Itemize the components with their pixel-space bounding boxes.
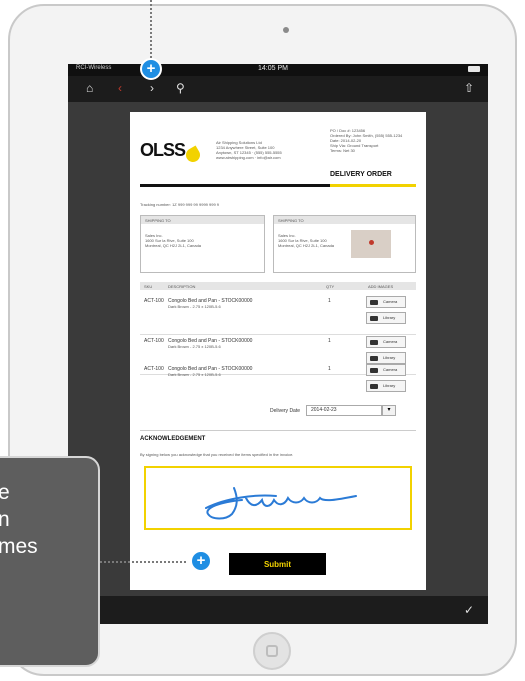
status-bar: RCI-Wireless 14:05 PM <box>68 64 488 76</box>
tracking-number: Tracking number: 1Z 999 999 99 9999 999 … <box>140 202 220 207</box>
ship-to-box: SHIPPING TO Sales Inc. 1600 Sur la Rive,… <box>273 215 416 273</box>
annotation-leader-line <box>150 0 152 58</box>
title-divider <box>140 184 330 187</box>
order-meta: PO / Doc #: 123456 Ordered By: John Smit… <box>330 128 403 153</box>
logo-drop-icon <box>183 145 203 165</box>
acknowledgement-text: By signing below you acknowledge that yo… <box>140 452 294 457</box>
wrench-icon[interactable]: ✓ <box>464 603 474 617</box>
home-button[interactable] <box>253 632 291 670</box>
title-divider-accent <box>330 184 416 187</box>
delivery-order-document: OLSS Air Shipping Solutions Ltd 1234 Any… <box>130 112 426 590</box>
library-button[interactable]: Library <box>366 352 406 364</box>
camera-button[interactable]: Camera <box>366 336 406 348</box>
plus-icon: + <box>190 550 212 572</box>
ship-to-header: SHIPPING TO <box>278 218 304 223</box>
library-button[interactable]: Library <box>366 312 406 324</box>
chevron-down-icon[interactable]: ▾ <box>382 405 396 416</box>
company-logo: OLSS <box>140 140 186 160</box>
home-icon[interactable]: ⌂ <box>86 81 93 95</box>
share-icon[interactable]: ⇧ <box>464 81 474 95</box>
ship-from-box: SHIPPING TO Sales Inc. 1600 Sur la Rive,… <box>140 215 265 273</box>
image-icon <box>370 316 378 321</box>
battery-icon <box>468 66 480 72</box>
forward-arrow-icon[interactable]: › <box>150 81 154 95</box>
signature-pad[interactable] <box>144 466 412 530</box>
document-title: DELIVERY ORDER <box>330 171 392 178</box>
plus-icon: + <box>140 58 162 80</box>
bottom-toolbar: ✓ <box>68 596 488 624</box>
camera-dot <box>283 27 289 33</box>
back-arrow-icon[interactable]: ‹ <box>118 81 122 95</box>
table-row: ACT-100 Congolo Bed and Pan - STOCK00000… <box>140 296 416 332</box>
company-address: Air Shipping Solutions Ltd 1234 Anywhere… <box>216 140 282 160</box>
tablet-screen: RCI-Wireless 14:05 PM ⌂ ‹ › ⚲ ⇧ OLSS Air… <box>68 64 488 624</box>
acknowledgement-title: ACKNOWLEDGEMENT <box>140 436 206 442</box>
map-thumbnail[interactable] <box>351 230 391 258</box>
search-icon[interactable]: ⚲ <box>176 81 185 95</box>
camera-button[interactable]: Camera <box>366 296 406 308</box>
library-button[interactable]: Library <box>366 380 406 392</box>
callout-text: e n mes <box>0 481 38 558</box>
table-row: ACT-100 Congolo Bed and Pan - STOCK00000… <box>140 364 416 400</box>
carrier-label: RCI-Wireless <box>76 65 112 71</box>
delivery-date-label: Delivery Date <box>270 408 301 414</box>
image-icon <box>370 356 378 361</box>
submit-button[interactable]: Submit <box>229 553 326 575</box>
ship-from-header: SHIPPING TO <box>145 218 171 223</box>
app-toolbar: ⌂ ‹ › ⚲ ⇧ <box>68 76 488 102</box>
clock-label: 14:05 PM <box>258 65 288 72</box>
camera-icon <box>370 368 378 373</box>
signature-stroke <box>205 487 357 520</box>
delivery-date-field[interactable]: 2014-02-23 <box>306 405 382 416</box>
items-table-header: SKU DESCRIPTION QTY ADD IMAGES <box>140 282 416 290</box>
camera-button[interactable]: Camera <box>366 364 406 376</box>
camera-icon <box>370 340 378 345</box>
camera-icon <box>370 300 378 305</box>
section-divider <box>140 430 416 431</box>
annotation-leader-line <box>100 561 186 563</box>
image-icon <box>370 384 378 389</box>
